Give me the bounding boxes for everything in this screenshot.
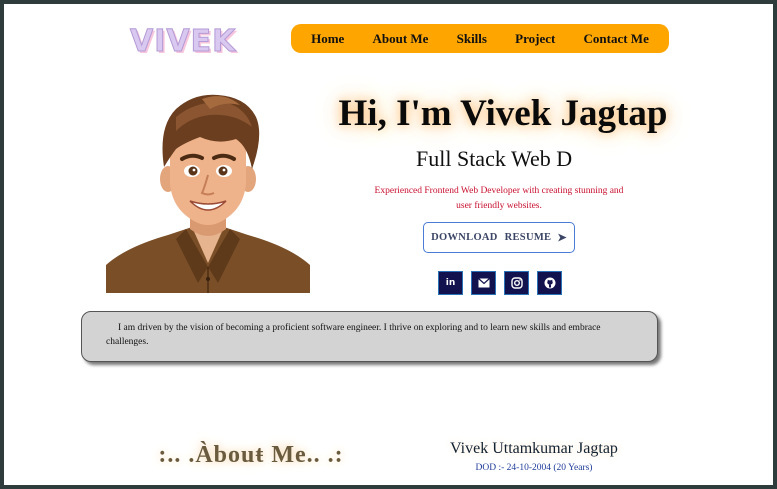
hero-typing-subtitle: Full Stack Web D <box>416 146 573 171</box>
profile-name: Vivek Uttamkumar Jagtap <box>450 440 618 457</box>
arrow-right-icon: ➤ <box>557 232 567 244</box>
linkedin-glyph: in <box>445 278 456 288</box>
instagram-icon[interactable] <box>504 271 529 295</box>
nav-project[interactable]: Project <box>515 31 555 47</box>
about-me-heading: :.. .Àbouŧ Мe.. .: <box>158 442 344 468</box>
download-resume-label: DOWNLOAD RESUME <box>431 232 552 243</box>
main-nav: Home About Me Skills Project Contact Me <box>291 24 669 53</box>
site-logo[interactable]: VIVEK <box>129 24 236 60</box>
github-glyph-icon <box>544 277 555 289</box>
hero-title: Hi, I'm Vivek Jagtap <box>338 93 668 134</box>
instagram-glyph-icon <box>510 277 523 289</box>
github-icon[interactable] <box>537 271 562 295</box>
nav-contact-me[interactable]: Contact Me <box>584 31 649 47</box>
envelope-icon <box>477 278 490 288</box>
nav-skills[interactable]: Skills <box>457 31 487 47</box>
download-resume-button[interactable]: DOWNLOAD RESUME ➤ <box>423 222 575 253</box>
avatar <box>106 87 310 293</box>
linkedin-icon[interactable]: in <box>438 271 463 295</box>
social-links: in <box>438 271 562 295</box>
nav-home[interactable]: Home <box>311 31 344 47</box>
nav-about-me[interactable]: About Me <box>372 31 428 47</box>
profile-dob: DOD :- 24-10-2004 (20 Years) <box>475 463 593 473</box>
about-summary: I am driven by the vision of becoming a … <box>81 311 658 362</box>
hero-description: Experienced Frontend Web Developer with … <box>374 186 624 211</box>
email-icon[interactable] <box>471 271 496 295</box>
page: VIVEK Home About Me Skills Project Conta… <box>4 4 773 485</box>
